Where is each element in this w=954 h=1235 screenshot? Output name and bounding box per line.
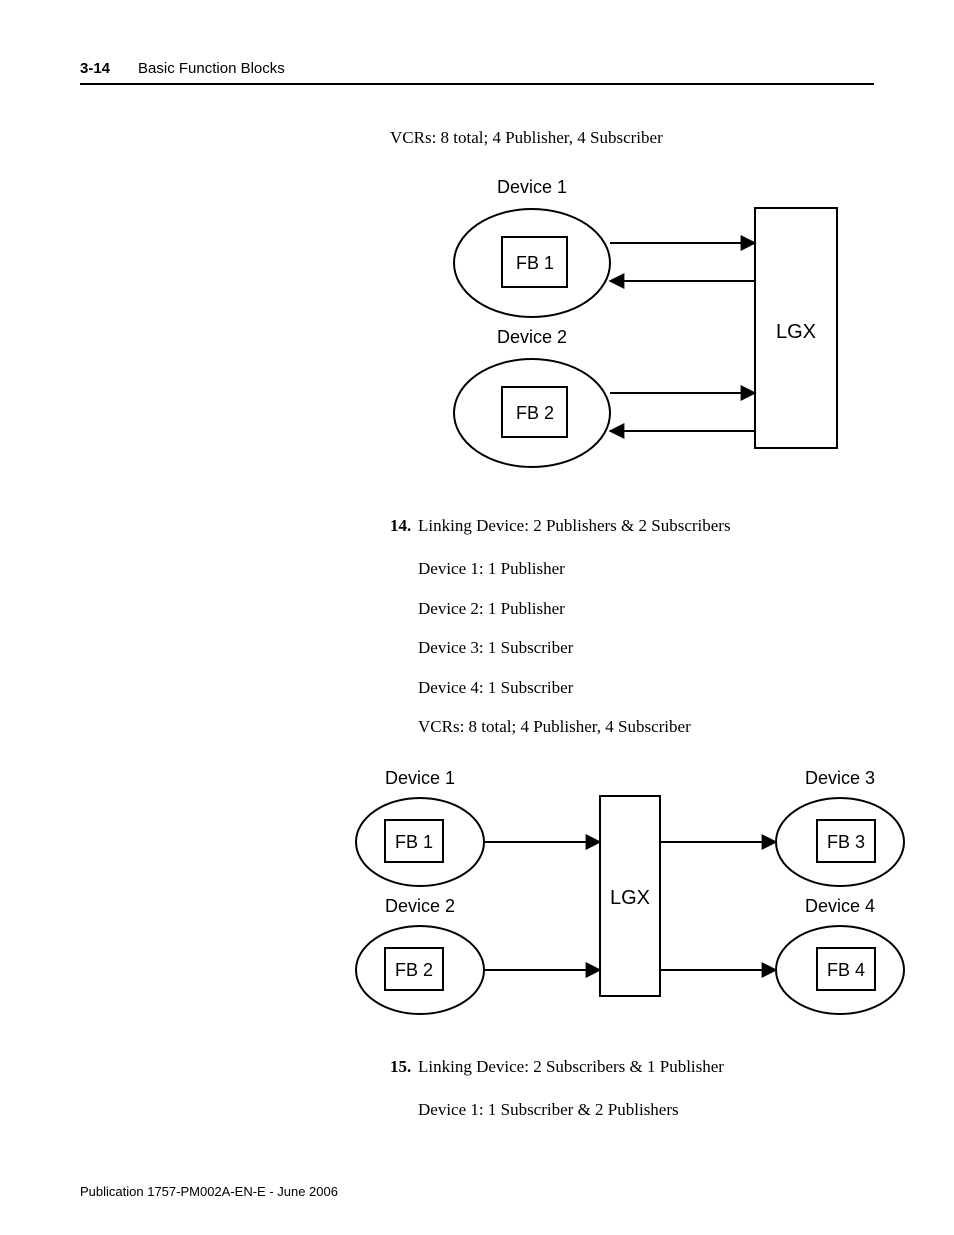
device1-label: Device 1: [385, 768, 455, 788]
device3-label: Device 3: [805, 768, 875, 788]
item14-line2: Device 2: 1 Publisher: [418, 596, 874, 622]
lgx-label: LGX: [610, 887, 650, 909]
item14-line1: Device 1: 1 Publisher: [418, 556, 874, 582]
item15-line1: Device 1: 1 Subscriber & 2 Publishers: [418, 1097, 874, 1123]
device2-label: Device 2: [497, 327, 567, 347]
device4-label: Device 4: [805, 896, 875, 916]
list-item-14: 14. Linking Device: 2 Publishers & 2 Sub…: [390, 513, 874, 539]
list-item-15: 15. Linking Device: 2 Subscribers & 1 Pu…: [390, 1054, 874, 1080]
page-header: 3-14 Basic Function Blocks: [80, 60, 874, 77]
fb1-label: FB 1: [395, 832, 433, 852]
item-number: 15.: [390, 1054, 418, 1080]
fb2-label: FB 2: [516, 403, 554, 423]
item14-line3: Device 3: 1 Subscriber: [418, 635, 874, 661]
fb1-label: FB 1: [516, 253, 554, 273]
page-number: 3-14: [80, 60, 110, 77]
diagram-2-svg: LGX Device 1 FB 1 Device 2 FB 2 Device 3…: [350, 764, 910, 1024]
device2-label: Device 2: [385, 896, 455, 916]
section-title: Basic Function Blocks: [138, 60, 285, 77]
diagram-2: LGX Device 1 FB 1 Device 2 FB 2 Device 3…: [350, 764, 874, 1024]
fb4-label: FB 4: [827, 960, 865, 980]
page: 3-14 Basic Function Blocks VCRs: 8 total…: [0, 0, 954, 1235]
item15-title: Linking Device: 2 Subscribers & 1 Publis…: [418, 1054, 724, 1080]
diagram-1: LGX Device 1 FB 1 Device 2 FB 2: [450, 173, 874, 483]
item14-line4: Device 4: 1 Subscriber: [418, 675, 874, 701]
item14-title: Linking Device: 2 Publishers & 2 Subscri…: [418, 513, 731, 539]
fb3-label: FB 3: [827, 832, 865, 852]
header-rule: [80, 83, 874, 85]
fb2-label: FB 2: [395, 960, 433, 980]
publication-footer: Publication 1757-PM002A-EN-E - June 2006: [80, 1184, 338, 1199]
item-number: 14.: [390, 513, 418, 539]
item14-line5: VCRs: 8 total; 4 Publisher, 4 Subscriber: [418, 714, 874, 740]
diagram-1-svg: LGX Device 1 FB 1 Device 2 FB 2: [450, 173, 850, 483]
lgx-label: LGX: [776, 321, 816, 343]
content-column: VCRs: 8 total; 4 Publisher, 4 Subscriber…: [390, 125, 874, 1123]
vcr-summary-line: VCRs: 8 total; 4 Publisher, 4 Subscriber: [390, 125, 874, 151]
device1-label: Device 1: [497, 177, 567, 197]
